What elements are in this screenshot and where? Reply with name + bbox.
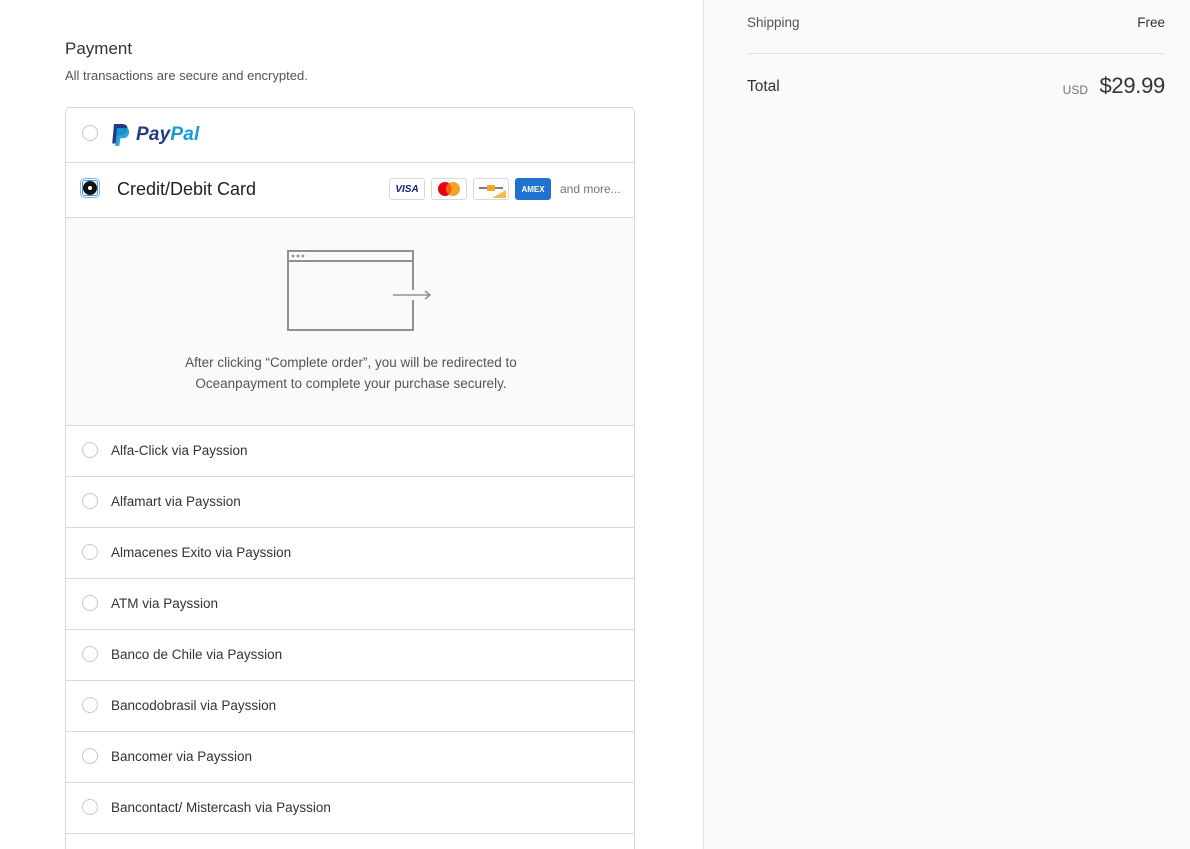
payment-methods-list: PayPal Credit/Debit Card VISA AMEX and m… — [65, 107, 635, 849]
paypal-wordmark: PayPal — [136, 124, 200, 146]
order-summary-sidebar: Shipping Free Total USD $29.99 — [703, 0, 1190, 849]
payment-subtitle: All transactions are secure and encrypte… — [65, 68, 308, 83]
payment-option-alfamart[interactable]: Alfamart via Payssion — [66, 477, 634, 528]
paypal-wordmark-pay: Pay — [136, 124, 171, 145]
total-currency: USD — [1062, 83, 1088, 97]
summary-divider — [747, 53, 1165, 54]
bancodobrasil-radio[interactable] — [82, 697, 98, 713]
shipping-label: Shipping — [747, 15, 800, 30]
option-label: Bancontact/ Mistercash via Payssion — [111, 800, 331, 815]
redirect-line-1: After clicking “Complete order”, you wil… — [185, 355, 517, 370]
option-label: Alfa-Click via Payssion — [111, 443, 248, 458]
redirect-notice-panel: After clicking “Complete order”, you wil… — [66, 218, 634, 426]
payment-option-paypal[interactable]: PayPal — [66, 108, 634, 163]
alfa-click-radio[interactable] — [82, 442, 98, 458]
payment-option-banco-de-chile[interactable]: Banco de Chile via Payssion — [66, 630, 634, 681]
atm-radio[interactable] — [82, 595, 98, 611]
card-brand-icons: VISA AMEX and more... — [389, 178, 621, 200]
paypal-logo: PayPal — [110, 122, 200, 148]
total-label: Total — [747, 78, 780, 95]
payment-option-alfa-click[interactable]: Alfa-Click via Payssion — [66, 426, 634, 477]
mastercard-icon — [431, 178, 467, 200]
card-label: Credit/Debit Card — [117, 179, 257, 199]
radio-selected-dot — [83, 181, 97, 195]
visa-icon: VISA — [389, 178, 425, 200]
bancomer-radio[interactable] — [82, 748, 98, 764]
payment-option-almacenes-exito[interactable]: Almacenes Exito via Payssion — [66, 528, 634, 579]
payment-option-atm[interactable]: ATM via Payssion — [66, 579, 634, 630]
option-label: Bancomer via Payssion — [111, 749, 253, 764]
payment-title: Payment — [65, 39, 133, 58]
paypal-wordmark-pal: Pal — [170, 124, 200, 145]
card-radio[interactable] — [80, 178, 100, 198]
payment-option-bancomer[interactable]: Bancomer via Payssion — [66, 732, 634, 783]
redirect-message: After clicking “Complete order”, you wil… — [66, 352, 634, 394]
total-amount: $29.99 — [1099, 73, 1166, 98]
bancontact-radio[interactable] — [82, 799, 98, 815]
checkout-page: Payment All transactions are secure and … — [0, 0, 1190, 849]
payment-column: Payment All transactions are secure and … — [0, 0, 703, 849]
maestro-icon — [473, 178, 509, 200]
browser-redirect-icon — [287, 250, 432, 331]
paypal-radio[interactable] — [82, 125, 98, 141]
option-label: Bancodobrasil via Payssion — [111, 698, 277, 713]
shipping-value: Free — [1137, 15, 1165, 30]
redirect-line-2: Oceanpayment to complete your purchase s… — [195, 376, 507, 391]
option-label: Banco de Chile via Payssion — [111, 647, 283, 662]
almacenes-exito-radio[interactable] — [82, 544, 98, 560]
option-label: Alfamart via Payssion — [111, 494, 241, 509]
option-label: Almacenes Exito via Payssion — [111, 545, 292, 560]
banco-de-chile-radio[interactable] — [82, 646, 98, 662]
payment-option-bancontact[interactable]: Bancontact/ Mistercash via Payssion — [66, 783, 634, 834]
payment-option-card[interactable]: Credit/Debit Card VISA AMEX and more... — [66, 163, 634, 218]
more-cards-text: and more... — [560, 182, 621, 196]
amex-icon: AMEX — [515, 178, 551, 200]
alfamart-radio[interactable] — [82, 493, 98, 509]
payment-option-partial[interactable] — [66, 834, 634, 849]
payment-option-bancodobrasil[interactable]: Bancodobrasil via Payssion — [66, 681, 634, 732]
paypal-p-icon — [112, 124, 130, 146]
option-label: ATM via Payssion — [111, 596, 219, 611]
